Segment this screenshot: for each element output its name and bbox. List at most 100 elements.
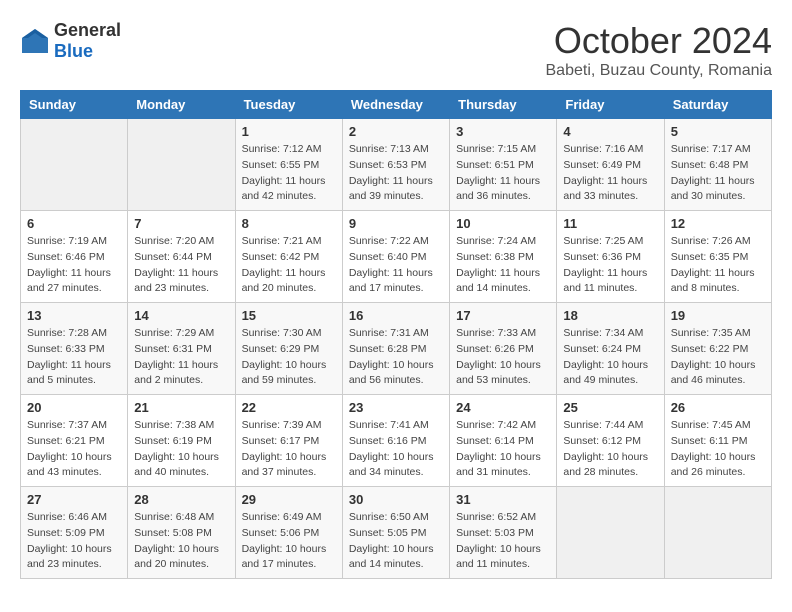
day-number: 7 bbox=[134, 216, 228, 231]
day-number: 19 bbox=[671, 308, 765, 323]
day-info: Sunrise: 6:46 AMSunset: 5:09 PMDaylight:… bbox=[27, 510, 121, 573]
day-info: Sunrise: 6:49 AMSunset: 5:06 PMDaylight:… bbox=[242, 510, 336, 573]
day-info: Sunrise: 7:15 AMSunset: 6:51 PMDaylight:… bbox=[456, 142, 550, 205]
day-info: Sunrise: 7:34 AMSunset: 6:24 PMDaylight:… bbox=[563, 326, 657, 389]
calendar-cell: 26 Sunrise: 7:45 AMSunset: 6:11 PMDayligh… bbox=[664, 395, 771, 487]
calendar-cell: 5 Sunrise: 7:17 AMSunset: 6:48 PMDaylight… bbox=[664, 119, 771, 211]
weekday-header-row: SundayMondayTuesdayWednesdayThursdayFrid… bbox=[21, 91, 772, 119]
calendar-week-4: 20Sunrise: 7:37 AMSunset: 6:21 PMDayligh… bbox=[21, 395, 772, 487]
day-info: Sunrise: 7:30 AMSunset: 6:29 PMDaylight:… bbox=[242, 326, 336, 389]
day-number: 16 bbox=[349, 308, 443, 323]
day-number: 1 bbox=[242, 124, 336, 139]
logo-icon bbox=[20, 26, 50, 56]
calendar-header: SundayMondayTuesdayWednesdayThursdayFrid… bbox=[21, 91, 772, 119]
calendar-cell: 1 Sunrise: 7:12 AMSunset: 6:55 PMDaylight… bbox=[235, 119, 342, 211]
calendar-cell: 31 Sunrise: 6:52 AMSunset: 5:03 PMDayligh… bbox=[450, 487, 557, 579]
weekday-header-thursday: Thursday bbox=[450, 91, 557, 119]
month-title: October 2024 bbox=[546, 20, 773, 62]
weekday-header-monday: Monday bbox=[128, 91, 235, 119]
day-info: Sunrise: 7:31 AMSunset: 6:28 PMDaylight:… bbox=[349, 326, 443, 389]
calendar-cell: 21 Sunrise: 7:38 AMSunset: 6:19 PMDayligh… bbox=[128, 395, 235, 487]
day-info: Sunrise: 7:24 AMSunset: 6:38 PMDaylight:… bbox=[456, 234, 550, 297]
calendar-cell: 20Sunrise: 7:37 AMSunset: 6:21 PMDayligh… bbox=[21, 395, 128, 487]
title-block: October 2024 Babeti, Buzau County, Roman… bbox=[546, 20, 773, 80]
day-number: 10 bbox=[456, 216, 550, 231]
day-number: 4 bbox=[563, 124, 657, 139]
day-info: Sunrise: 6:52 AMSunset: 5:03 PMDaylight:… bbox=[456, 510, 550, 573]
weekday-header-saturday: Saturday bbox=[664, 91, 771, 119]
calendar-cell: 12 Sunrise: 7:26 AMSunset: 6:35 PMDayligh… bbox=[664, 211, 771, 303]
calendar-cell bbox=[128, 119, 235, 211]
calendar-cell: 18 Sunrise: 7:34 AMSunset: 6:24 PMDayligh… bbox=[557, 303, 664, 395]
calendar-week-3: 13 Sunrise: 7:28 AMSunset: 6:33 PMDayligh… bbox=[21, 303, 772, 395]
day-info: Sunrise: 7:35 AMSunset: 6:22 PMDaylight:… bbox=[671, 326, 765, 389]
day-number: 12 bbox=[671, 216, 765, 231]
day-number: 9 bbox=[349, 216, 443, 231]
day-info: Sunrise: 7:16 AMSunset: 6:49 PMDaylight:… bbox=[563, 142, 657, 205]
day-number: 6 bbox=[27, 216, 121, 231]
weekday-header-tuesday: Tuesday bbox=[235, 91, 342, 119]
day-number: 17 bbox=[456, 308, 550, 323]
day-info: Sunrise: 7:20 AMSunset: 6:44 PMDaylight:… bbox=[134, 234, 228, 297]
day-info: Sunrise: 7:17 AMSunset: 6:48 PMDaylight:… bbox=[671, 142, 765, 205]
calendar-cell: 29 Sunrise: 6:49 AMSunset: 5:06 PMDayligh… bbox=[235, 487, 342, 579]
day-number: 14 bbox=[134, 308, 228, 323]
calendar-cell: 11Sunrise: 7:25 AMSunset: 6:36 PMDayligh… bbox=[557, 211, 664, 303]
day-info: Sunrise: 7:25 AMSunset: 6:36 PMDaylight:… bbox=[563, 234, 657, 297]
day-number: 13 bbox=[27, 308, 121, 323]
calendar-cell: 17 Sunrise: 7:33 AMSunset: 6:26 PMDayligh… bbox=[450, 303, 557, 395]
day-number: 15 bbox=[242, 308, 336, 323]
day-info: Sunrise: 7:38 AMSunset: 6:19 PMDaylight:… bbox=[134, 418, 228, 481]
day-info: Sunrise: 7:28 AMSunset: 6:33 PMDaylight:… bbox=[27, 326, 121, 389]
weekday-header-wednesday: Wednesday bbox=[342, 91, 449, 119]
calendar-cell: 13 Sunrise: 7:28 AMSunset: 6:33 PMDayligh… bbox=[21, 303, 128, 395]
day-info: Sunrise: 7:37 AMSunset: 6:21 PMDaylight:… bbox=[27, 418, 121, 481]
calendar-cell: 15 Sunrise: 7:30 AMSunset: 6:29 PMDayligh… bbox=[235, 303, 342, 395]
day-number: 24 bbox=[456, 400, 550, 415]
day-info: Sunrise: 7:22 AMSunset: 6:40 PMDaylight:… bbox=[349, 234, 443, 297]
calendar-cell: 8 Sunrise: 7:21 AMSunset: 6:42 PMDaylight… bbox=[235, 211, 342, 303]
day-info: Sunrise: 6:50 AMSunset: 5:05 PMDaylight:… bbox=[349, 510, 443, 573]
day-number: 25 bbox=[563, 400, 657, 415]
calendar-body: 1 Sunrise: 7:12 AMSunset: 6:55 PMDaylight… bbox=[21, 119, 772, 579]
day-number: 22 bbox=[242, 400, 336, 415]
day-number: 26 bbox=[671, 400, 765, 415]
calendar-table: SundayMondayTuesdayWednesdayThursdayFrid… bbox=[20, 90, 772, 579]
calendar-cell: 27Sunrise: 6:46 AMSunset: 5:09 PMDayligh… bbox=[21, 487, 128, 579]
calendar-cell: 25Sunrise: 7:44 AMSunset: 6:12 PMDayligh… bbox=[557, 395, 664, 487]
day-number: 5 bbox=[671, 124, 765, 139]
day-number: 21 bbox=[134, 400, 228, 415]
logo-general-text: General bbox=[54, 20, 121, 41]
day-number: 23 bbox=[349, 400, 443, 415]
day-info: Sunrise: 7:39 AMSunset: 6:17 PMDaylight:… bbox=[242, 418, 336, 481]
day-info: Sunrise: 7:21 AMSunset: 6:42 PMDaylight:… bbox=[242, 234, 336, 297]
calendar-cell: 2Sunrise: 7:13 AMSunset: 6:53 PMDaylight… bbox=[342, 119, 449, 211]
calendar-cell: 16 Sunrise: 7:31 AMSunset: 6:28 PMDayligh… bbox=[342, 303, 449, 395]
weekday-header-sunday: Sunday bbox=[21, 91, 128, 119]
day-number: 31 bbox=[456, 492, 550, 507]
day-info: Sunrise: 7:12 AMSunset: 6:55 PMDaylight:… bbox=[242, 142, 336, 205]
calendar-cell: 10 Sunrise: 7:24 AMSunset: 6:38 PMDayligh… bbox=[450, 211, 557, 303]
calendar-cell: 24Sunrise: 7:42 AMSunset: 6:14 PMDayligh… bbox=[450, 395, 557, 487]
day-number: 8 bbox=[242, 216, 336, 231]
day-info: Sunrise: 7:33 AMSunset: 6:26 PMDaylight:… bbox=[456, 326, 550, 389]
calendar-cell: 28Sunrise: 6:48 AMSunset: 5:08 PMDayligh… bbox=[128, 487, 235, 579]
calendar-cell: 6Sunrise: 7:19 AMSunset: 6:46 PMDaylight… bbox=[21, 211, 128, 303]
day-number: 18 bbox=[563, 308, 657, 323]
calendar-cell: 23 Sunrise: 7:41 AMSunset: 6:16 PMDayligh… bbox=[342, 395, 449, 487]
day-info: Sunrise: 7:45 AMSunset: 6:11 PMDaylight:… bbox=[671, 418, 765, 481]
calendar-cell bbox=[557, 487, 664, 579]
day-info: Sunrise: 6:48 AMSunset: 5:08 PMDaylight:… bbox=[134, 510, 228, 573]
day-info: Sunrise: 7:26 AMSunset: 6:35 PMDaylight:… bbox=[671, 234, 765, 297]
logo-blue-text: Blue bbox=[54, 41, 121, 62]
weekday-header-friday: Friday bbox=[557, 91, 664, 119]
day-info: Sunrise: 7:41 AMSunset: 6:16 PMDaylight:… bbox=[349, 418, 443, 481]
calendar-cell: 14Sunrise: 7:29 AMSunset: 6:31 PMDayligh… bbox=[128, 303, 235, 395]
day-number: 2 bbox=[349, 124, 443, 139]
calendar-cell: 4 Sunrise: 7:16 AMSunset: 6:49 PMDaylight… bbox=[557, 119, 664, 211]
calendar-week-5: 27Sunrise: 6:46 AMSunset: 5:09 PMDayligh… bbox=[21, 487, 772, 579]
logo-text: General Blue bbox=[54, 20, 121, 62]
calendar-cell bbox=[664, 487, 771, 579]
day-number: 29 bbox=[242, 492, 336, 507]
calendar-cell: 30Sunrise: 6:50 AMSunset: 5:05 PMDayligh… bbox=[342, 487, 449, 579]
